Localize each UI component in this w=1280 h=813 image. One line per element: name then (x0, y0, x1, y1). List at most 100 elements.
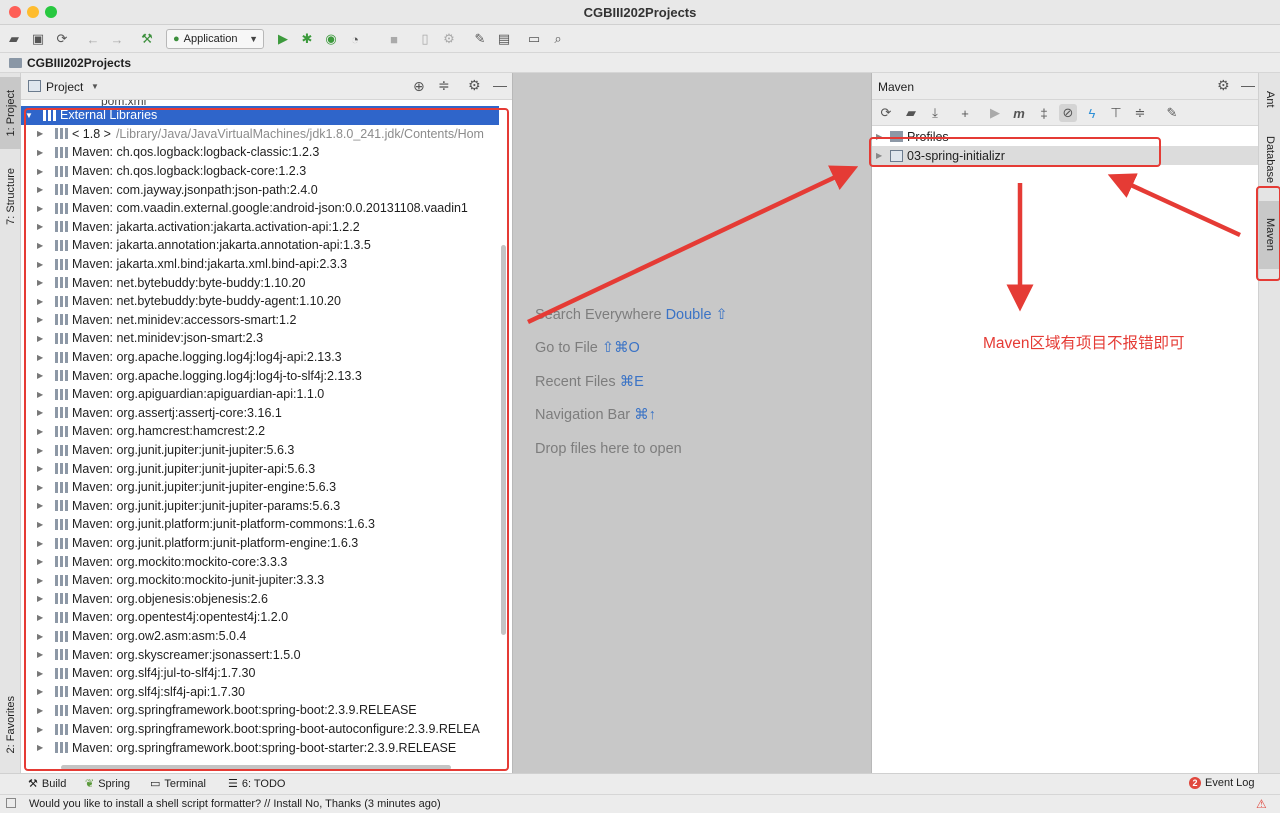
save-icon[interactable]: ▣ (29, 30, 47, 48)
tree-item-library[interactable]: ▶ Maven: com.jayway.jsonpath:json-path:2.… (21, 180, 499, 199)
tab-favorites[interactable]: 2: Favorites (0, 685, 21, 765)
expand-arrow-icon[interactable]: ▶ (37, 557, 47, 566)
expand-arrow-icon[interactable]: ▶ (37, 297, 47, 306)
tab-database[interactable]: Database (1259, 129, 1280, 191)
tree-item-library[interactable]: ▶ Maven: org.junit.platform:junit-platfor… (21, 515, 499, 534)
settings-wrench-icon[interactable]: ✎ (471, 30, 489, 48)
expand-arrow-icon[interactable]: ▶ (37, 576, 47, 585)
tree-item-library[interactable]: ▶ Maven: jakarta.activation:jakarta.activ… (21, 218, 499, 237)
tree-item-library[interactable]: ▶ Maven: net.minidev:json-smart:2.3 (21, 329, 499, 348)
status-message[interactable]: Would you like to install a shell script… (29, 798, 441, 810)
expand-arrow-icon[interactable]: ▶ (37, 446, 47, 455)
toggle-tool-windows-icon[interactable] (6, 798, 16, 808)
maven-tree-item-project[interactable]: ▶ 03-spring-initializr (872, 146, 1258, 165)
expanded-arrow-icon[interactable]: ▼ (25, 111, 35, 120)
expand-arrow-icon[interactable]: ▶ (37, 315, 47, 324)
coverage-icon[interactable]: ◉ (322, 30, 340, 48)
expand-arrow-icon[interactable]: ▶ (37, 539, 47, 548)
profile-run-icon[interactable]: ◔ (346, 30, 364, 48)
expand-arrow-icon[interactable]: ▶ (37, 371, 47, 380)
gear-icon[interactable]: ⚙ (1217, 77, 1230, 94)
tree-item-library[interactable]: ▶ Maven: com.vaadin.external.google:andro… (21, 199, 499, 218)
attach-debugger-icon[interactable]: ⚙ (440, 30, 458, 48)
tree-item-library[interactable]: ▶ Maven: org.skyscreamer:jsonassert:1.5.0 (21, 645, 499, 664)
tree-item-library[interactable]: ▶ Maven: ch.qos.logback:logback-core:1.2.… (21, 162, 499, 181)
tab-build[interactable]: ⚒ Build (28, 777, 66, 791)
skip-tests-icon[interactable]: ⊘ (1059, 104, 1077, 122)
tree-item-library[interactable]: ▶ Maven: org.slf4j:jul-to-slf4j:1.7.30 (21, 664, 499, 683)
breadcrumb-project[interactable]: CGBIII202Projects (27, 56, 131, 70)
run-icon[interactable]: ▶ (274, 30, 292, 48)
locate-target-icon[interactable]: ⊕ (413, 78, 425, 95)
expand-arrow-icon[interactable]: ▶ (37, 185, 47, 194)
back-icon[interactable]: ← (84, 30, 102, 48)
tab-ant[interactable]: Ant (1259, 79, 1280, 119)
expand-arrow-icon[interactable]: ▶ (37, 520, 47, 529)
expand-arrow-icon[interactable]: ▶ (37, 408, 47, 417)
settings-wrench-icon[interactable]: ✎ (1163, 104, 1181, 122)
expand-arrow-icon[interactable]: ▶ (37, 669, 47, 678)
download-icon[interactable]: ⤓ (926, 104, 944, 122)
hide-panel-icon[interactable]: — (1241, 77, 1255, 93)
lightning-icon[interactable]: ϟ (1083, 104, 1101, 122)
maven-tree-item-profiles[interactable]: ▶ Profiles (872, 127, 1258, 146)
expand-arrow-icon[interactable]: ▶ (37, 632, 47, 641)
tree-item-library[interactable]: ▶ Maven: org.opentest4j:opentest4j:1.2.0 (21, 608, 499, 627)
plus-icon[interactable]: + (956, 104, 974, 122)
show-dependencies-icon[interactable]: ⊤ (1107, 104, 1125, 122)
tab-todo[interactable]: ☰ 6: TODO (228, 777, 285, 791)
expand-arrow-icon[interactable]: ▶ (37, 260, 47, 269)
error-indicator-icon[interactable]: ⚠ (1256, 797, 1267, 811)
expand-arrow-icon[interactable]: ▶ (37, 743, 47, 752)
chevron-down-icon[interactable]: ▼ (91, 82, 99, 91)
run-configuration-select[interactable]: ● Application ▼ (166, 29, 264, 49)
reload-icon[interactable]: ⟳ (877, 104, 895, 122)
expand-arrow-icon[interactable]: ▶ (37, 204, 47, 213)
gear-icon[interactable]: ⚙ (468, 77, 481, 94)
expand-arrow-icon[interactable]: ▶ (876, 132, 890, 141)
tree-item-library[interactable]: ▶ Maven: org.springframework.boot:spring-… (21, 701, 499, 720)
forward-icon[interactable]: → (108, 30, 126, 48)
collapse-all-icon[interactable]: ≑ (438, 77, 450, 94)
build-hammer-icon[interactable]: ⚒ (138, 30, 156, 48)
search-icon[interactable]: ⌕ (549, 30, 567, 48)
tree-item-library[interactable]: ▶ Maven: jakarta.xml.bind:jakarta.xml.bin… (21, 255, 499, 274)
expand-arrow-icon[interactable]: ▶ (37, 687, 47, 696)
expand-arrow-icon[interactable]: ▶ (37, 501, 47, 510)
vertical-scrollbar[interactable] (501, 245, 506, 635)
tree-item-library[interactable]: ▶ Maven: jakarta.annotation:jakarta.annot… (21, 236, 499, 255)
device-icon[interactable]: ▯ (416, 30, 434, 48)
tree-item-library[interactable]: ▶ Maven: org.assertj:assertj-core:3.16.1 (21, 404, 499, 423)
expand-arrow-icon[interactable]: ▶ (37, 706, 47, 715)
tree-item-library[interactable]: ▶ Maven: org.apiguardian:apiguardian-api:… (21, 385, 499, 404)
expand-arrow-icon[interactable]: ▶ (37, 483, 47, 492)
tree-item-library[interactable]: ▶ Maven: org.junit.jupiter:junit-jupiter:… (21, 441, 499, 460)
tree-item-library[interactable]: ▶ Maven: org.mockito:mockito-junit-jupite… (21, 571, 499, 590)
editor-empty-area[interactable]: Search Everywhere Double ⇧ Go to File ⇧⌘… (512, 73, 872, 773)
tree-item-library[interactable]: ▶ Maven: org.junit.jupiter:junit-jupiter-… (21, 478, 499, 497)
tree-item-library[interactable]: ▶ Maven: org.junit.platform:junit-platfor… (21, 534, 499, 553)
tab-structure[interactable]: 7: Structure (0, 159, 21, 234)
tree-item-library[interactable]: ▶ Maven: ch.qos.logback:logback-classic:1… (21, 143, 499, 162)
hide-panel-icon[interactable]: — (493, 77, 507, 93)
expand-arrow-icon[interactable]: ▶ (37, 613, 47, 622)
tree-item-library[interactable]: ▶ Maven: org.mockito:mockito-core:3.3.3 (21, 552, 499, 571)
expand-arrow-icon[interactable]: ▶ (37, 464, 47, 473)
collapse-all-icon[interactable]: ≑ (1131, 104, 1149, 122)
tree-item-library[interactable]: ▶ Maven: net.bytebuddy:byte-buddy:1.10.20 (21, 273, 499, 292)
expand-arrow-icon[interactable]: ▶ (37, 650, 47, 659)
tree-item-library[interactable]: ▶ Maven: net.minidev:accessors-smart:1.2 (21, 311, 499, 330)
maven-goal-icon[interactable]: m (1010, 104, 1028, 122)
tree-item-library[interactable]: ▶ Maven: org.springframework.boot:spring-… (21, 738, 499, 757)
expand-arrow-icon[interactable]: ▶ (37, 427, 47, 436)
tree-item-library[interactable]: ▶ Maven: org.apache.logging.log4j:log4j-t… (21, 366, 499, 385)
sync-icon[interactable]: ⟳ (53, 30, 71, 48)
tree-item-library[interactable]: ▶ Maven: org.objenesis:objenesis:2.6 (21, 590, 499, 609)
expand-arrow-icon[interactable]: ▶ (37, 278, 47, 287)
tab-project[interactable]: 1: Project (0, 77, 21, 149)
toggle-offline-icon[interactable]: ‡ (1035, 104, 1053, 122)
stop-icon[interactable]: ■ (385, 30, 403, 48)
tree-item-library[interactable]: ▶ Maven: org.ow2.asm:asm:5.0.4 (21, 627, 499, 646)
expand-arrow-icon[interactable]: ▶ (876, 151, 890, 160)
tree-item-library[interactable]: ▶ Maven: org.hamcrest:hamcrest:2.2 (21, 422, 499, 441)
